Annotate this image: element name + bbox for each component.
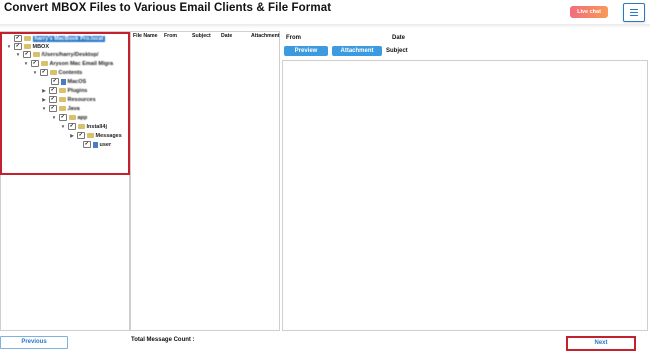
total-message-count: Total Message Count : <box>131 337 195 343</box>
folder-icon <box>49 70 57 75</box>
collapse-arrow-icon[interactable]: ▼ <box>6 44 12 49</box>
tree-checkbox[interactable] <box>23 50 31 59</box>
date-label: Date <box>392 35 406 41</box>
expand-arrow-icon[interactable]: ▶ <box>41 97 47 103</box>
hamburger-icon <box>630 9 638 11</box>
tree-item-contents[interactable]: ▼ Contents <box>32 68 82 77</box>
column-header-subject[interactable]: Subject <box>192 33 211 39</box>
tree-item-label: user <box>99 141 112 148</box>
tree-item-label: Messages <box>95 132 122 139</box>
tree-item-install4j[interactable]: ▼ Install4j <box>60 122 107 131</box>
file-icon <box>60 78 66 85</box>
tree-item-label: MacOS <box>67 78 87 85</box>
folder-icon <box>23 36 31 41</box>
tree-checkbox[interactable] <box>59 113 67 122</box>
tree-item-desktop[interactable]: ▼ /Users/harry/Desktop/ <box>15 50 98 59</box>
folder-icon <box>58 106 66 111</box>
tree-item-label: app <box>77 114 88 121</box>
collapse-arrow-icon[interactable]: ▼ <box>15 52 21 57</box>
collapse-arrow-icon[interactable]: ▼ <box>60 124 66 129</box>
tree-checkbox[interactable] <box>49 104 57 113</box>
tree-item-java[interactable]: ▼ Java <box>41 104 80 113</box>
column-header-date[interactable]: Date <box>221 33 232 39</box>
tree-checkbox[interactable] <box>51 77 59 86</box>
collapse-arrow-icon[interactable]: ▼ <box>51 115 57 120</box>
tree-item-label: Resources <box>67 96 96 103</box>
tree-item-messages[interactable]: ▶ Messages <box>69 131 122 140</box>
folder-icon <box>32 52 40 57</box>
column-header-from[interactable]: From <box>164 33 177 39</box>
column-header-attachment[interactable]: Attachment <box>251 33 280 39</box>
tree-item-label: Contents <box>58 69 83 76</box>
folder-icon <box>40 61 48 66</box>
tree-item-app-bundle[interactable]: ▼ Aryson Mac Email Migra <box>23 59 113 68</box>
file-icon <box>92 141 98 148</box>
expand-arrow-icon[interactable]: ▶ <box>41 88 47 94</box>
tree-checkbox[interactable] <box>77 131 85 140</box>
tree-item-label: harry's MacBook Pro.local <box>32 35 106 42</box>
attachment-button[interactable]: Attachment <box>332 46 382 56</box>
folder-icon <box>23 44 31 49</box>
collapse-arrow-icon[interactable]: ▼ <box>32 70 38 75</box>
tree-checkbox[interactable] <box>49 95 57 104</box>
tree-item-resources[interactable]: ▶ Resources <box>41 95 96 104</box>
tree-checkbox[interactable] <box>40 68 48 77</box>
folder-icon <box>58 88 66 93</box>
collapse-arrow-icon[interactable]: ▼ <box>41 106 47 111</box>
tree-item-label: MBOX <box>32 43 50 50</box>
folder-icon <box>77 124 85 129</box>
tree-item-macos[interactable]: MacOS <box>43 77 86 86</box>
tree-item-user[interactable]: user <box>75 140 111 149</box>
tree-item-label: Plugins <box>67 87 88 94</box>
preview-body[interactable] <box>282 60 648 331</box>
expand-arrow-icon[interactable]: ▶ <box>69 133 75 139</box>
tree-item-label: Install4j <box>86 123 107 130</box>
from-label: From <box>286 35 301 41</box>
subject-label: Subject <box>386 48 408 54</box>
header-divider <box>0 24 650 28</box>
tree-checkbox[interactable] <box>83 140 91 149</box>
folder-icon <box>86 133 94 138</box>
app-title: Convert MBOX Files to Various Email Clie… <box>4 2 332 14</box>
collapse-arrow-icon[interactable]: ▼ <box>23 61 29 66</box>
previous-button[interactable]: Previous <box>0 336 68 349</box>
tree-item-plugins[interactable]: ▶ Plugins <box>41 86 87 95</box>
preview-button[interactable]: Preview <box>284 46 328 56</box>
tree-checkbox[interactable] <box>49 86 57 95</box>
folder-icon <box>58 97 66 102</box>
live-chat-button[interactable]: Live chat <box>570 6 608 18</box>
tree-checkbox[interactable] <box>68 122 76 131</box>
tree-item-app[interactable]: ▼ app <box>51 113 87 122</box>
tree-item-label: Aryson Mac Email Migra <box>49 60 114 67</box>
next-button[interactable]: Next <box>566 336 636 351</box>
hamburger-menu-button[interactable] <box>623 3 645 22</box>
tree-item-label: /Users/harry/Desktop/ <box>41 51 99 58</box>
message-list-panel[interactable] <box>130 31 280 331</box>
folder-icon <box>68 115 76 120</box>
column-header-file-name[interactable]: File Name <box>133 33 158 39</box>
tree-checkbox[interactable] <box>31 59 39 68</box>
tree-item-label: Java <box>67 105 80 112</box>
